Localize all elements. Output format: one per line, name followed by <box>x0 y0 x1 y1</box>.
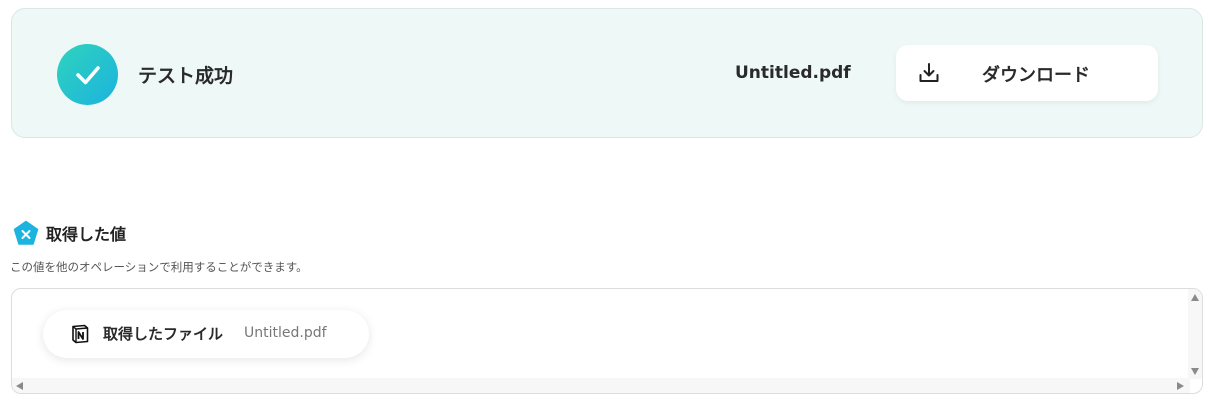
result-file-name: Untitled.pdf <box>735 63 851 83</box>
scroll-left-icon[interactable] <box>16 382 23 390</box>
section-title: 取得した値 <box>46 225 127 244</box>
test-status-label: テスト成功 <box>138 65 234 87</box>
download-icon <box>919 63 939 82</box>
test-result-card: テスト成功 Untitled.pdf ダウンロード <box>11 8 1203 138</box>
download-button-label: ダウンロード <box>982 65 1090 86</box>
download-button[interactable]: ダウンロード <box>896 45 1158 101</box>
values-panel[interactable]: 取得したファイル Untitled.pdf <box>11 288 1203 394</box>
check-circle-icon <box>57 44 118 105</box>
value-label: 取得したファイル <box>103 325 224 343</box>
variable-pentagon-icon <box>13 220 39 245</box>
scroll-right-icon[interactable] <box>1177 382 1184 390</box>
scroll-up-icon[interactable] <box>1191 294 1199 301</box>
value-text: Untitled.pdf <box>244 325 327 341</box>
scroll-down-icon[interactable] <box>1191 368 1199 375</box>
notion-icon <box>72 324 89 344</box>
horizontal-scrollbar[interactable] <box>12 378 1190 393</box>
value-chip[interactable]: 取得したファイル Untitled.pdf <box>43 310 369 358</box>
vertical-scrollbar[interactable] <box>1188 289 1202 379</box>
section-description: この値を他のオペレーションで利用することができます。 <box>10 260 308 274</box>
